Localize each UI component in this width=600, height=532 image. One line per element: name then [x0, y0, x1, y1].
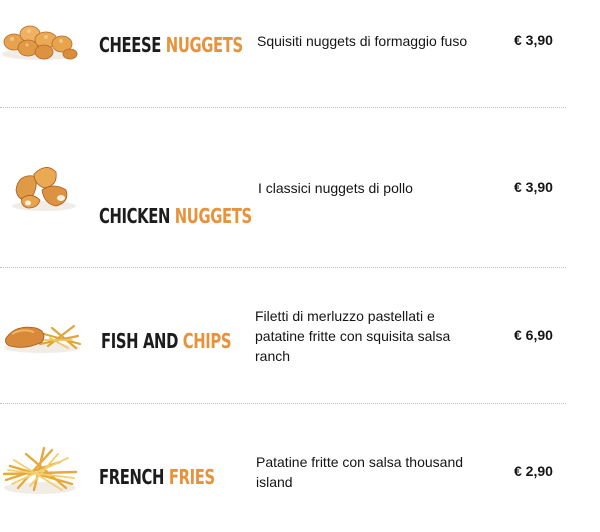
menu-item-chicken-nuggets: Chicken Nuggets I classici nuggets di po…	[0, 108, 600, 268]
item-description: I classici nuggets di pollo	[258, 180, 413, 196]
menu-item-cheese-nuggets: Cheese Nuggets Squisiti nuggets di forma…	[0, 0, 600, 108]
french-fries-photo-icon	[2, 446, 78, 494]
item-description: Filetti di merluzzo pastellati e patatin…	[255, 308, 451, 364]
item-price: € 6,90	[514, 327, 553, 343]
fish-and-chips-photo-icon	[4, 324, 82, 353]
item-name-part: Chicken	[99, 204, 170, 228]
item-description: Patatine fritte con salsa thousand islan…	[256, 454, 464, 490]
item-price: € 3,90	[514, 179, 553, 195]
item-name-highlight: Chips	[182, 329, 232, 353]
item-name: Fish and Chips	[101, 329, 232, 353]
item-name: Chicken Nuggets	[99, 204, 252, 228]
item-price: € 2,90	[514, 463, 553, 479]
item-name: French Fries	[99, 465, 215, 489]
item-price: € 3,90	[514, 32, 553, 48]
item-name: Cheese Nuggets	[99, 33, 243, 57]
cheese-nuggets-photo-icon	[2, 25, 78, 60]
item-name-part: French	[99, 465, 165, 489]
item-name-highlight: Nuggets	[174, 204, 252, 228]
menu-item-french-fries: French Fries Patatine fritte con salsa t…	[0, 404, 600, 532]
chicken-nuggets-photo-icon	[12, 167, 76, 211]
menu-item-fish-and-chips: Fish and Chips Filetti di merluzzo paste…	[0, 268, 600, 404]
item-name-highlight: Fries	[168, 465, 215, 489]
item-name-highlight: Nuggets	[165, 33, 243, 57]
item-description: Squisiti nuggets di formaggio fuso	[257, 33, 468, 49]
item-name-part: Fish and	[101, 329, 178, 353]
item-name-part: Cheese	[99, 33, 162, 57]
